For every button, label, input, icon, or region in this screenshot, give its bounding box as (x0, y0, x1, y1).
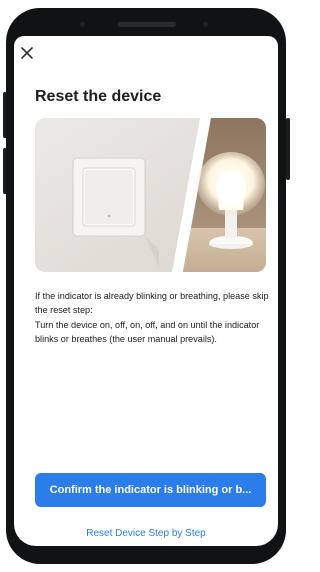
skip-instruction: If the indicator is already blinking or … (35, 291, 269, 316)
reset-instructions: If the indicator is already blinking or … (35, 289, 271, 347)
camera-dot (80, 22, 85, 27)
reset-illustration (35, 118, 266, 272)
power-button (286, 118, 290, 180)
app-screen: Reset the device If the indicator is alr… (14, 36, 278, 546)
close-icon (21, 47, 33, 59)
reset-step-by-step-link[interactable]: Reset Device Step by Step (14, 528, 278, 539)
confirm-blinking-button[interactable]: Confirm the indicator is blinking or b..… (35, 473, 266, 507)
stage: Reset the device If the indicator is alr… (0, 0, 293, 572)
speaker-grille (118, 22, 176, 27)
close-button[interactable] (18, 44, 36, 62)
page-title: Reset the device (35, 88, 162, 105)
sensor-dot (203, 22, 208, 27)
toggle-instruction: Turn the device on, off, on, off, and on… (35, 319, 260, 345)
